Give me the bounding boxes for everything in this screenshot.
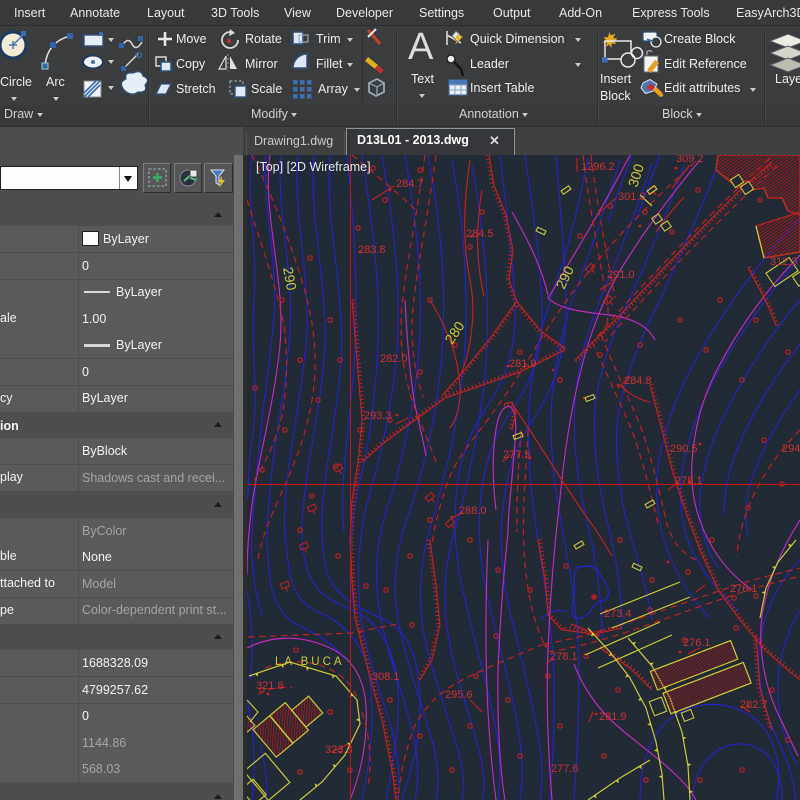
svg-text:295.6: 295.6 [445, 689, 473, 701]
svg-text:281.9: 281.9 [509, 358, 537, 370]
svg-text:277.5: 277.5 [503, 449, 531, 461]
svg-text:294: 294 [782, 443, 800, 455]
svg-text:323.3: 323.3 [325, 744, 353, 756]
svg-text:293.3: 293.3 [364, 410, 392, 422]
svg-text:309.2: 309.2 [676, 155, 704, 165]
svg-text:1296.2: 1296.2 [581, 161, 615, 173]
svg-text:282.0: 282.0 [380, 353, 408, 365]
svg-text:282.7: 282.7 [740, 699, 768, 711]
svg-text:290.5: 290.5 [670, 443, 698, 455]
svg-text:LA BUCA: LA BUCA [275, 656, 345, 668]
svg-text:276.1: 276.1 [730, 583, 758, 595]
svg-text:291.0: 291.0 [607, 269, 635, 281]
svg-text:288.0: 288.0 [459, 505, 487, 517]
svg-text:273.4: 273.4 [604, 608, 632, 620]
svg-text:276.1: 276.1 [683, 637, 711, 649]
svg-text:284.8: 284.8 [624, 375, 652, 387]
svg-text:308.1: 308.1 [372, 671, 400, 683]
svg-text:[Top] [2D Wireframe]: [Top] [2D Wireframe] [256, 160, 371, 174]
svg-text:283.8: 283.8 [358, 244, 386, 256]
svg-text:278.1: 278.1 [550, 651, 578, 663]
svg-text:281.9: 281.9 [599, 711, 627, 723]
svg-text:290: 290 [552, 263, 577, 291]
svg-text:284.5: 284.5 [466, 228, 494, 240]
svg-text:301.3: 301.3 [618, 191, 646, 203]
svg-text:277.6: 277.6 [551, 763, 579, 775]
svg-text:321.8: 321.8 [256, 680, 284, 692]
svg-text:278.1: 278.1 [675, 475, 703, 487]
svg-text:290: 290 [280, 266, 300, 292]
svg-text:312.3: 312.3 [770, 256, 798, 268]
svg-text:284.7: 284.7 [396, 178, 424, 190]
svg-text:280: 280 [441, 318, 467, 346]
